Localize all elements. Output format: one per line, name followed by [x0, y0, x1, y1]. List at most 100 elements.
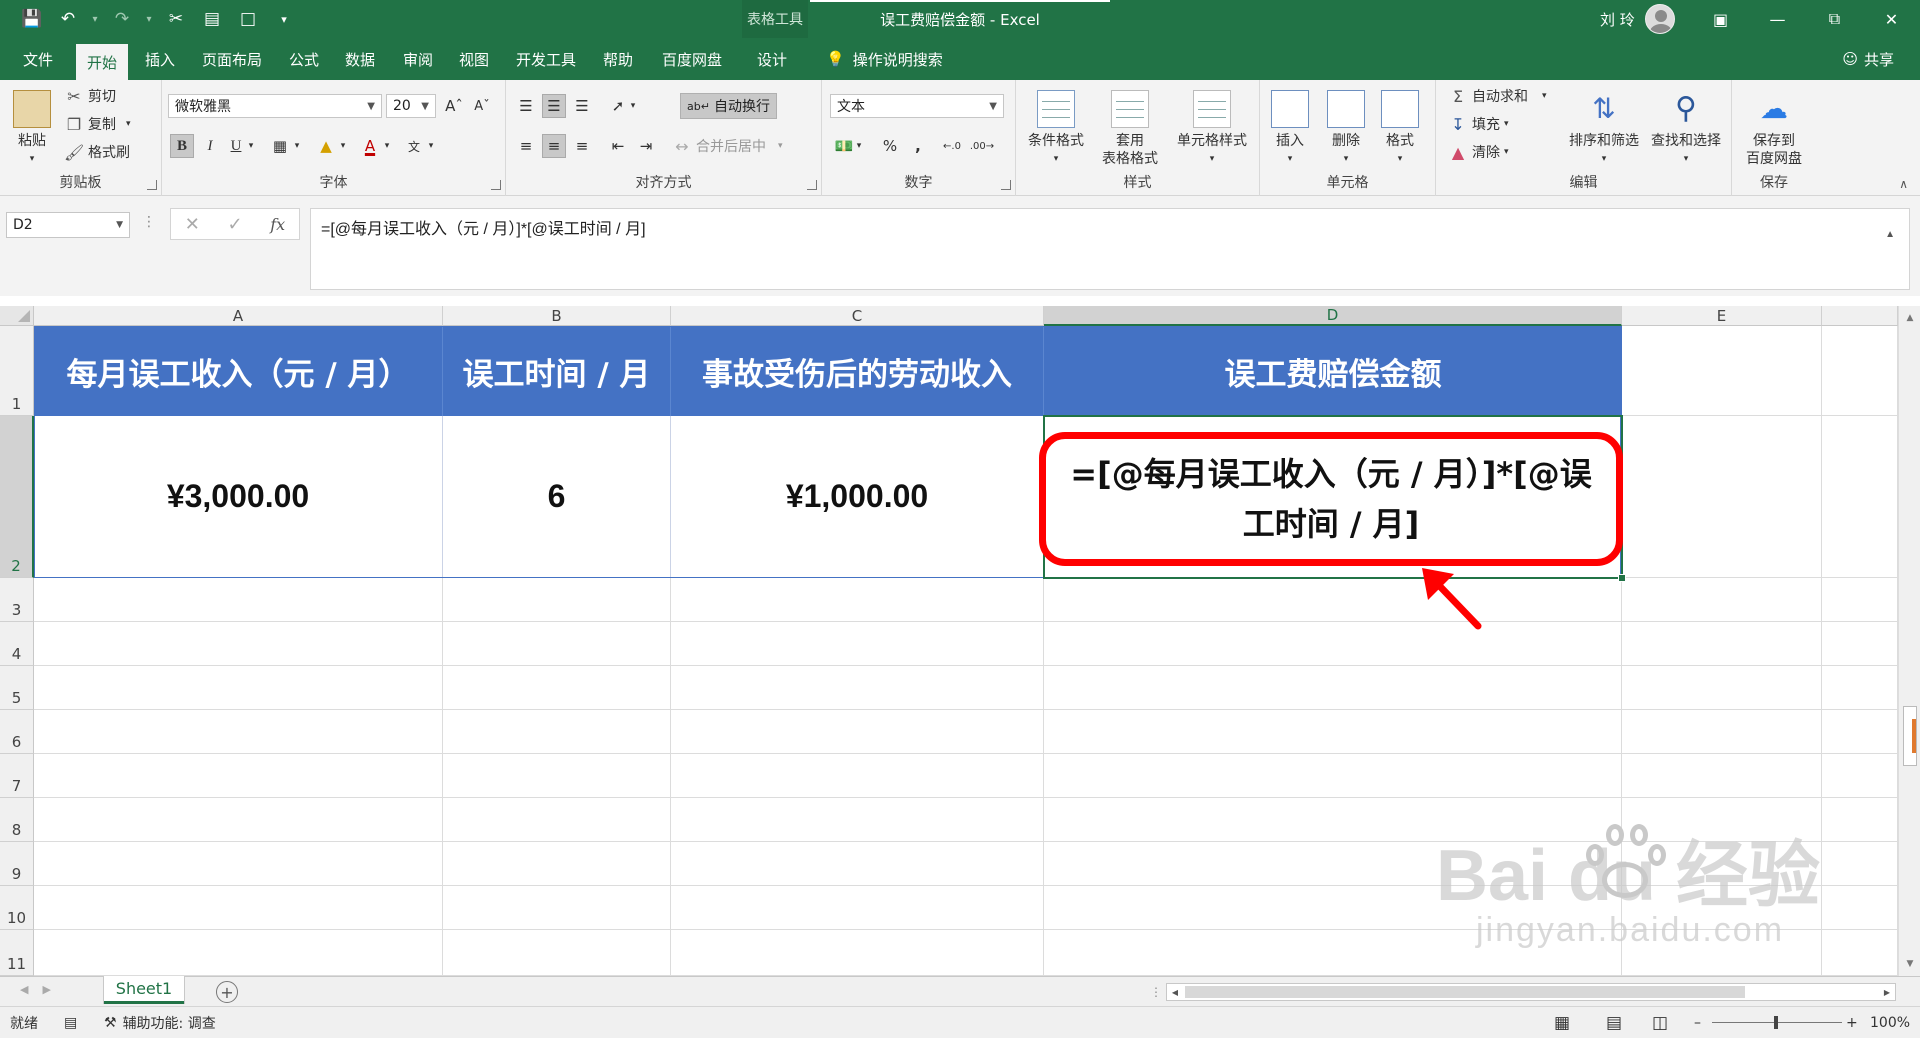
- formula-input[interactable]: =[@每月误工收入（元 / 月）]*[@误工时间 / 月] ▲: [310, 208, 1910, 290]
- undo-icon[interactable]: ↶: [54, 6, 82, 32]
- column-header-b[interactable]: B: [443, 306, 671, 326]
- insert-cells-button[interactable]: 插入 ▾: [1262, 90, 1318, 168]
- row-header-1[interactable]: 1: [0, 326, 34, 416]
- close-icon[interactable]: ✕: [1863, 0, 1920, 38]
- row-header-3[interactable]: 3: [0, 578, 34, 622]
- sheet-tab-sheet1[interactable]: Sheet1: [104, 976, 184, 1004]
- bold-icon[interactable]: B: [170, 134, 194, 158]
- minimize-icon[interactable]: —: [1749, 0, 1806, 38]
- grid-cell[interactable]: [1822, 578, 1898, 622]
- number-launcher-icon[interactable]: [1001, 180, 1011, 190]
- font-name-select[interactable]: 微软雅黑 ▼: [168, 94, 382, 118]
- grid-cell[interactable]: [34, 886, 443, 930]
- new-file-icon[interactable]: □: [234, 6, 262, 32]
- zoom-slider-thumb[interactable]: [1774, 1016, 1778, 1029]
- tab-review[interactable]: 审阅: [392, 38, 444, 80]
- delete-cells-button[interactable]: 删除 ▾: [1318, 90, 1374, 168]
- user-account[interactable]: 刘 玲: [1600, 4, 1675, 34]
- orientation-dropdown-icon[interactable]: ▾: [626, 94, 640, 118]
- align-right-icon[interactable]: ≡: [570, 134, 594, 158]
- ribbon-display-options-icon[interactable]: ▣: [1692, 0, 1749, 38]
- grid-cell[interactable]: [1044, 578, 1622, 622]
- grid-cell[interactable]: [1622, 666, 1822, 710]
- vertical-scroll-thumb[interactable]: [1903, 706, 1917, 766]
- grid-cell[interactable]: [1822, 886, 1898, 930]
- select-all-corner[interactable]: [0, 306, 34, 326]
- grid-cell[interactable]: [34, 666, 443, 710]
- collapse-formula-bar-icon[interactable]: ▲: [1885, 229, 1895, 240]
- font-size-select[interactable]: 20 ▼: [386, 94, 436, 118]
- grid-cell[interactable]: [443, 622, 671, 666]
- phonetic-guide-icon[interactable]: 文: [402, 134, 426, 158]
- align-center-icon[interactable]: ≡: [542, 134, 566, 158]
- horizontal-scrollbar[interactable]: ◀ ▶: [1166, 983, 1896, 1001]
- grid-cell[interactable]: [671, 886, 1044, 930]
- grid-cell[interactable]: [1822, 710, 1898, 754]
- grid-cell[interactable]: [443, 798, 671, 842]
- grid-cell[interactable]: [1622, 710, 1822, 754]
- column-header-a[interactable]: A: [34, 306, 443, 326]
- fill-color-icon[interactable]: ▲: [314, 134, 338, 158]
- row-header-9[interactable]: 9: [0, 842, 34, 886]
- tab-formulas[interactable]: 公式: [278, 38, 330, 80]
- increase-decimal-icon[interactable]: ←.0: [940, 134, 964, 158]
- collapse-ribbon-icon[interactable]: ∧: [1899, 177, 1908, 191]
- zoom-in-icon[interactable]: +: [1846, 1007, 1858, 1038]
- currency-dropdown-icon[interactable]: ▾: [852, 134, 866, 158]
- tab-developer[interactable]: 开发工具: [506, 38, 586, 80]
- grid-cell[interactable]: [443, 666, 671, 710]
- column-header-f[interactable]: [1822, 306, 1898, 326]
- number-format-select[interactable]: 文本 ▼: [830, 94, 1004, 118]
- row-header-6[interactable]: 6: [0, 710, 34, 754]
- scroll-right-icon[interactable]: ▶: [1879, 984, 1895, 1000]
- grid-cell[interactable]: [34, 798, 443, 842]
- comma-icon[interactable]: ,: [906, 134, 930, 158]
- grid-cell[interactable]: [1822, 666, 1898, 710]
- grid-cell[interactable]: [671, 842, 1044, 886]
- grid-cell[interactable]: [671, 666, 1044, 710]
- copy-button[interactable]: ❐ 复制 ▾: [64, 114, 131, 134]
- table-header-cell[interactable]: 误工时间 / 月: [443, 326, 671, 416]
- tab-design[interactable]: 设计: [746, 38, 798, 80]
- macro-record-icon[interactable]: ▤: [64, 1007, 77, 1038]
- format-as-table-button[interactable]: 套用 表格格式: [1096, 90, 1164, 168]
- increase-indent-icon[interactable]: ⇥: [634, 134, 658, 158]
- tab-file[interactable]: 文件: [12, 38, 64, 80]
- normal-view-icon[interactable]: ▦: [1554, 1007, 1570, 1038]
- tab-page-layout[interactable]: 页面布局: [194, 38, 270, 80]
- grid-cell[interactable]: [34, 930, 443, 976]
- row-header-4[interactable]: 4: [0, 622, 34, 666]
- italic-icon[interactable]: I: [198, 134, 222, 158]
- grid-cell[interactable]: [671, 930, 1044, 976]
- grid-cell[interactable]: [1822, 326, 1898, 416]
- paste-button[interactable]: 粘贴 ▾: [4, 90, 60, 168]
- grid-cell[interactable]: [671, 578, 1044, 622]
- page-layout-view-icon[interactable]: ▤: [1606, 1007, 1622, 1038]
- borders-icon[interactable]: ▦: [268, 134, 292, 158]
- save-to-baidu-button[interactable]: ☁ 保存到 百度网盘: [1738, 90, 1810, 168]
- grid-cell[interactable]: [1822, 930, 1898, 976]
- increase-font-icon[interactable]: Aˆ: [442, 94, 466, 118]
- customize-qat-icon[interactable]: ▾: [270, 6, 298, 32]
- worksheet-grid[interactable]: A B C D E 1 2 3 4 5 6 7 8 9 10 11 每月误工收入…: [0, 306, 1920, 976]
- table-header-cell[interactable]: 每月误工收入（元 / 月）: [34, 326, 443, 416]
- print-preview-icon[interactable]: ▤: [198, 6, 226, 32]
- grid-cell[interactable]: [443, 578, 671, 622]
- grid-cell[interactable]: [1822, 842, 1898, 886]
- redo-icon[interactable]: ↷: [108, 6, 136, 32]
- align-middle-icon[interactable]: ☰: [542, 94, 566, 118]
- grid-cell[interactable]: [443, 930, 671, 976]
- tab-view[interactable]: 视图: [448, 38, 500, 80]
- grid-cell[interactable]: [34, 622, 443, 666]
- grid-cell[interactable]: [1622, 326, 1822, 416]
- format-cells-button[interactable]: 格式 ▾: [1372, 90, 1428, 168]
- row-header-11[interactable]: 11: [0, 930, 34, 976]
- borders-dropdown-icon[interactable]: ▾: [290, 134, 304, 158]
- grid-cell[interactable]: [1044, 754, 1622, 798]
- grid-cell[interactable]: [1822, 754, 1898, 798]
- grid-cell[interactable]: [1622, 754, 1822, 798]
- scroll-up-icon[interactable]: ▲: [1899, 308, 1920, 328]
- cell-styles-button[interactable]: 单元格样式 ▾: [1170, 90, 1254, 168]
- page-break-view-icon[interactable]: ◫: [1652, 1007, 1668, 1038]
- row-header-8[interactable]: 8: [0, 798, 34, 842]
